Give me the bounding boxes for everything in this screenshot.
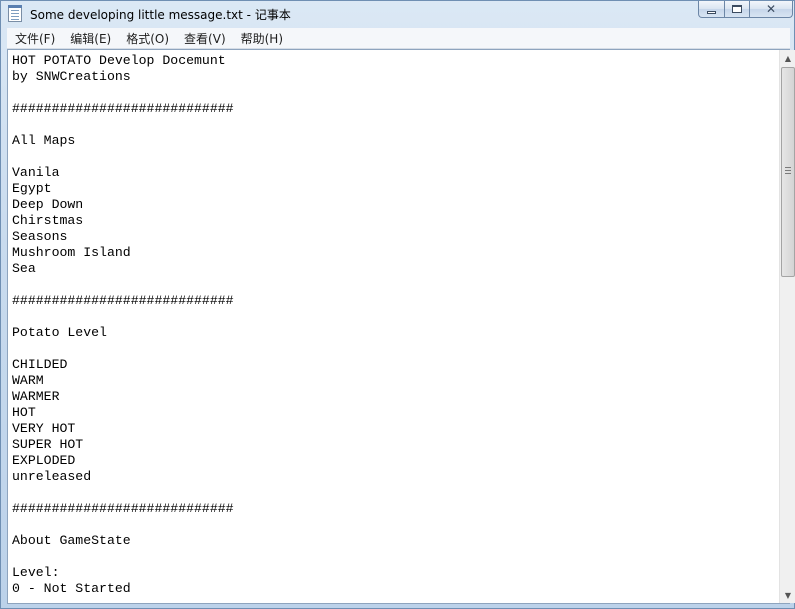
menu-file[interactable]: 文件(F) xyxy=(7,30,62,47)
notepad-app-icon[interactable] xyxy=(8,5,22,22)
minimize-icon xyxy=(707,10,716,14)
maximize-button[interactable] xyxy=(724,1,750,18)
menu-view[interactable]: 查看(V) xyxy=(176,30,233,47)
scroll-down-arrow-icon[interactable]: ▼ xyxy=(780,587,795,603)
scroll-thumb[interactable] xyxy=(781,67,795,277)
scroll-grip-icon xyxy=(785,167,791,174)
title-bar[interactable]: Some developing little message.txt - 记事本… xyxy=(1,1,794,27)
notepad-window: Some developing little message.txt - 记事本… xyxy=(0,0,795,609)
menu-help[interactable]: 帮助(H) xyxy=(233,30,290,47)
text-editor[interactable]: HOT POTATO Develop Docemunt by SNWCreati… xyxy=(8,50,779,603)
close-icon: ✕ xyxy=(765,2,777,16)
scroll-up-arrow-icon[interactable]: ▲ xyxy=(780,50,795,66)
menu-format[interactable]: 格式(O) xyxy=(118,30,176,47)
close-button[interactable]: ✕ xyxy=(749,1,793,18)
window-title: Some developing little message.txt - 记事本 xyxy=(30,8,291,22)
menu-edit[interactable]: 编辑(E) xyxy=(62,30,118,47)
document-text[interactable]: HOT POTATO Develop Docemunt by SNWCreati… xyxy=(8,50,779,597)
minimize-button[interactable] xyxy=(698,1,725,18)
text-area-frame: HOT POTATO Develop Docemunt by SNWCreati… xyxy=(7,49,795,604)
vertical-scrollbar[interactable]: ▲ ▼ xyxy=(779,50,795,603)
menu-bar: 文件(F) 编辑(E) 格式(O) 查看(V) 帮助(H) xyxy=(7,28,790,49)
maximize-icon xyxy=(732,5,742,13)
